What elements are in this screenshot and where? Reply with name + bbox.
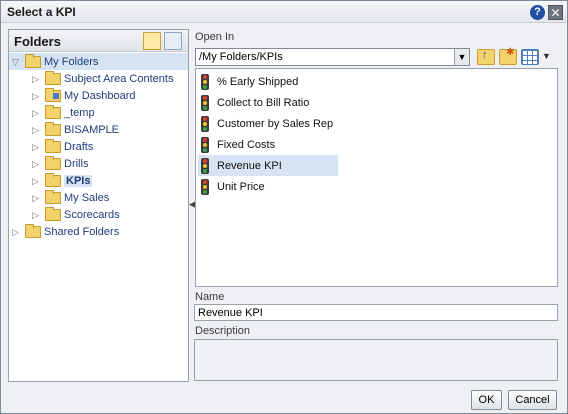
- folder-icon: [45, 70, 61, 85]
- title-bar: Select a KPI ? ✕: [1, 1, 567, 23]
- panel-collapse-handle[interactable]: ◀: [189, 197, 196, 211]
- tree-item-bisample[interactable]: ▷ BISAMPLE: [32, 121, 119, 138]
- expand-icon[interactable]: ▷: [32, 108, 42, 118]
- tree-item-temp[interactable]: ▷ _temp: [32, 104, 95, 121]
- folder-icon: [45, 155, 61, 170]
- kpi-traffic-light-icon: [201, 136, 209, 153]
- tree-item-label: Subject Area Contents: [64, 72, 174, 85]
- up-folder-icon[interactable]: [477, 49, 495, 65]
- new-folder-icon[interactable]: [499, 47, 517, 65]
- expand-icon[interactable]: ▷: [12, 227, 22, 237]
- expand-icon[interactable]: ▷: [32, 125, 42, 135]
- list-item[interactable]: Customer by Sales Rep: [198, 113, 338, 134]
- tree-item-label: Shared Folders: [44, 225, 120, 238]
- tree-item-my-sales[interactable]: ▷ My Sales: [32, 189, 109, 206]
- tree-item-label: My Folders: [44, 55, 99, 68]
- select-kpi-dialog: Select a KPI ? ✕ Folders ▽ My Folders ▷ …: [0, 0, 568, 414]
- description-label: Description: [195, 325, 251, 337]
- kpi-traffic-light-icon: [201, 157, 209, 174]
- list-item-label: Collect to Bill Ratio: [217, 96, 310, 109]
- name-field[interactable]: Revenue KPI: [194, 304, 558, 321]
- open-in-label: Open In: [195, 31, 235, 43]
- kpi-traffic-light-icon: [201, 115, 209, 132]
- folder-icon: [45, 206, 61, 221]
- folder-open-icon: [25, 53, 41, 68]
- expand-icon[interactable]: ▷: [32, 142, 42, 152]
- kpi-list: % Early Shipped Collect to Bill Ratio Cu…: [195, 68, 558, 287]
- folders-panel: Folders ▽ My Folders ▷ Subject Area Cont…: [8, 29, 189, 382]
- tree-item-scorecards[interactable]: ▷ Scorecards: [32, 206, 120, 223]
- dashboard-folder-icon: [45, 87, 61, 102]
- kpi-traffic-light-icon: [201, 178, 209, 195]
- folder-icon: [45, 172, 61, 187]
- folder-icon: [45, 138, 61, 153]
- list-item-label: Revenue KPI: [217, 159, 282, 172]
- list-item[interactable]: % Early Shipped: [198, 71, 338, 92]
- path-select[interactable]: /My Folders/KPIs: [195, 48, 470, 66]
- dialog-title: Select a KPI: [7, 5, 76, 19]
- path-value: /My Folders/KPIs: [199, 51, 283, 63]
- folder-icon: [45, 189, 61, 204]
- tree-item-label: KPIs: [64, 174, 93, 187]
- name-value: Revenue KPI: [198, 307, 263, 319]
- folder-tree-view-icon[interactable]: [143, 32, 161, 50]
- tree-item-subject-area-contents[interactable]: ▷ Subject Area Contents: [32, 70, 173, 87]
- collapse-icon[interactable]: ▽: [12, 57, 22, 67]
- folder-icon: [45, 104, 61, 119]
- folder-icon: [25, 223, 41, 238]
- ok-button[interactable]: OK: [471, 390, 502, 410]
- list-item-label: Fixed Costs: [217, 138, 276, 151]
- tree-item-label: Drafts: [64, 140, 94, 153]
- list-item-label: Customer by Sales Rep: [217, 117, 334, 130]
- expand-icon[interactable]: ▷: [32, 176, 42, 186]
- expand-icon[interactable]: ▷: [32, 91, 42, 101]
- tree-item-shared-folders[interactable]: ▷ Shared Folders: [12, 223, 119, 240]
- expand-icon[interactable]: ▷: [32, 210, 42, 220]
- tree-item-label: My Dashboard: [64, 89, 136, 102]
- view-dropdown-icon[interactable]: ▼: [542, 51, 551, 61]
- list-item[interactable]: Unit Price: [198, 176, 338, 197]
- tree-item-label: _temp: [64, 106, 95, 119]
- list-item-label: % Early Shipped: [217, 75, 299, 88]
- cancel-button[interactable]: Cancel: [508, 390, 557, 410]
- tree-item-my-folders[interactable]: ▽ My Folders: [9, 53, 188, 70]
- tree-item-my-dashboard[interactable]: ▷ My Dashboard: [32, 87, 136, 104]
- kpi-traffic-light-icon: [201, 73, 209, 90]
- expand-icon[interactable]: ▷: [32, 159, 42, 169]
- tree-item-label: Drills: [64, 157, 89, 170]
- expand-icon[interactable]: ▷: [32, 74, 42, 84]
- folder-icon: [45, 121, 61, 136]
- list-item-label: Unit Price: [217, 180, 265, 193]
- tree-item-drills[interactable]: ▷ Drills: [32, 155, 88, 172]
- name-label: Name: [195, 291, 225, 303]
- tree-item-drafts[interactable]: ▷ Drafts: [32, 138, 93, 155]
- chevron-down-icon[interactable]: ▼: [454, 49, 469, 65]
- close-icon[interactable]: ✕: [548, 5, 563, 20]
- folders-header: Folders: [9, 30, 188, 52]
- folder-list-view-icon[interactable]: [164, 32, 182, 50]
- tree-item-label: My Sales: [64, 191, 110, 204]
- help-icon[interactable]: ?: [530, 5, 545, 20]
- list-item[interactable]: Fixed Costs: [198, 134, 338, 155]
- list-item-selected[interactable]: Revenue KPI: [198, 155, 338, 176]
- tree-item-label: BISAMPLE: [64, 123, 120, 136]
- description-field[interactable]: [194, 339, 558, 381]
- tree-item-label: Scorecards: [64, 208, 120, 221]
- list-item[interactable]: Collect to Bill Ratio: [198, 92, 338, 113]
- expand-icon[interactable]: ▷: [32, 193, 42, 203]
- folders-title: Folders: [14, 34, 61, 49]
- view-options-icon[interactable]: [521, 49, 539, 65]
- tree-item-kpis[interactable]: ▷ KPIs: [32, 172, 93, 189]
- kpi-traffic-light-icon: [201, 94, 209, 111]
